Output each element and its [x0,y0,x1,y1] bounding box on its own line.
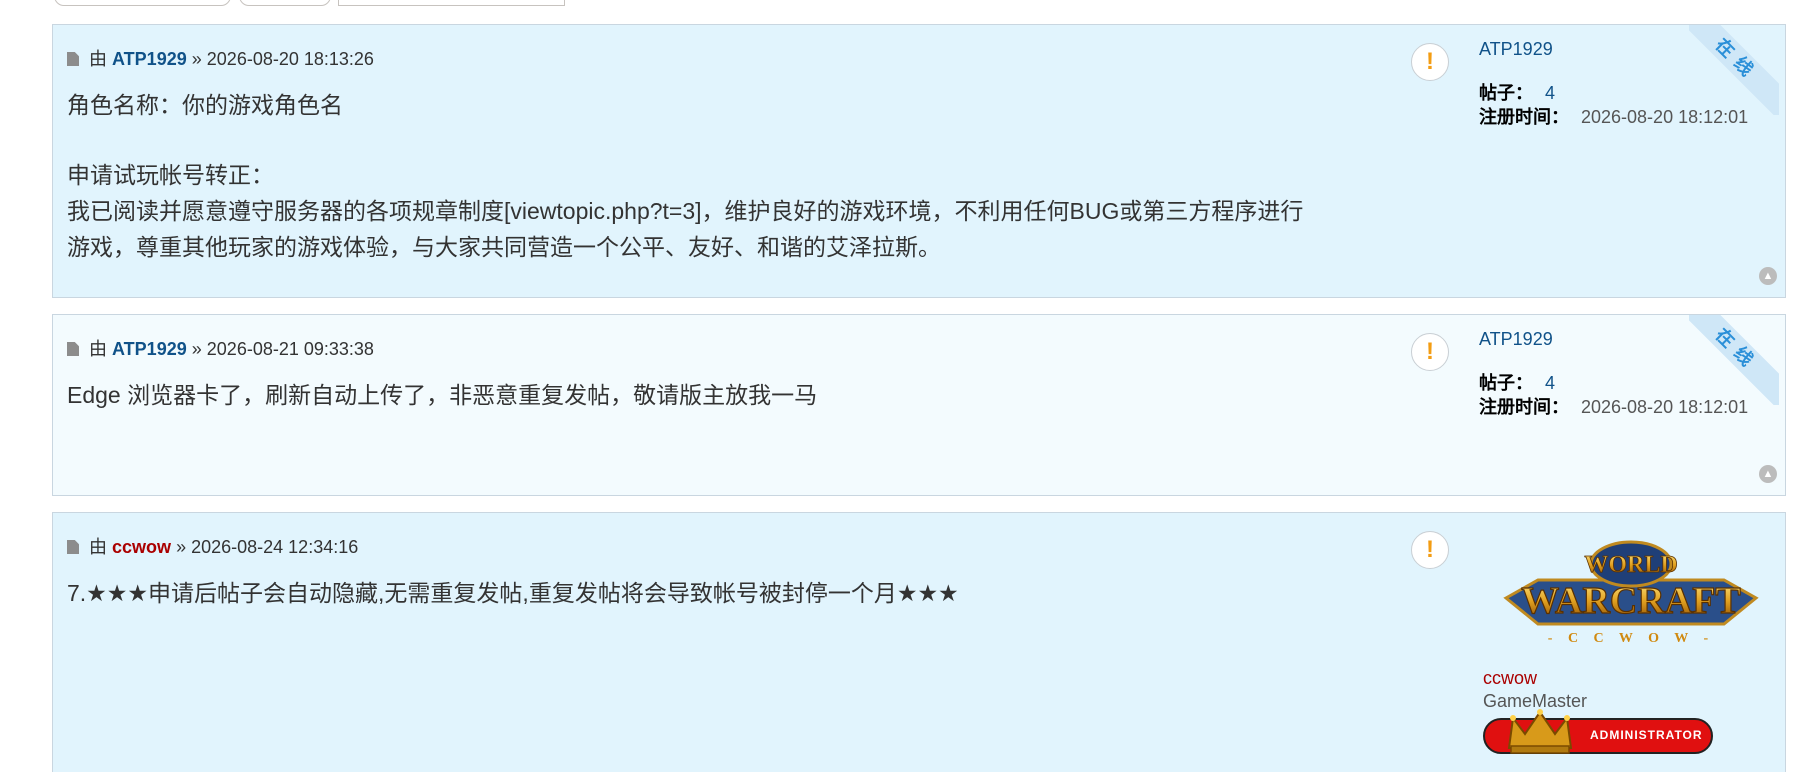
badge-label: ADMINISTRATOR [1590,728,1703,742]
file-icon[interactable] [67,52,79,66]
profile-posts: 帖子： 4 [1479,369,1555,395]
posts-count[interactable]: 4 [1545,83,1555,103]
exclamation-icon[interactable]: ! [1411,531,1449,569]
by-label: 由 [89,49,107,69]
post-author-line: 由 ATP1929 » 2026-08-20 18:13:26 [67,45,374,71]
online-label: 在线 [1689,25,1779,115]
chevron-up-icon[interactable]: ▲ [1759,465,1777,483]
content-line: 游戏，尊重其他玩家的游戏体验，与大家共同营造一个公平、友好、和谐的艾泽拉斯。 [67,234,941,260]
author-link[interactable]: ATP1929 [112,339,187,359]
post-author-line: 由 ccwow » 2026-08-24 12:34:16 [67,533,358,559]
posts-label: 帖子： [1479,373,1533,393]
logo-sub-text: - C C W O W - [1548,631,1714,646]
exclamation-icon[interactable]: ! [1411,43,1449,81]
content-line: 我已阅读并愿意遵守服务器的各项规章制度[viewtopic.php?t=3]，维… [67,198,1304,224]
chevron-up-icon[interactable]: ▲ [1759,267,1777,285]
separator: » [191,49,202,69]
post-profile: ATP1929 帖子： 4 注册时间： 2026-08-20 18:12:01 在线… [1479,25,1779,297]
content-line: 申请试玩帐号转正： [67,162,274,188]
file-icon[interactable] [67,540,79,554]
crown-icon [1507,709,1573,754]
file-icon[interactable] [67,342,79,356]
topic-tools-button[interactable] [239,0,331,6]
joined-label: 注册时间： [1479,107,1569,127]
topic-search-input[interactable] [338,0,565,6]
by-label: 由 [89,537,107,557]
avatar-logo[interactable]: WORLD WARCRAFT - C C W O W - [1498,536,1764,650]
post-author-line: 由 ATP1929 » 2026-08-21 09:33:38 [67,335,374,361]
exclamation-icon[interactable]: ! [1411,333,1449,371]
posts-count[interactable]: 4 [1545,373,1555,393]
settings-icon[interactable]: ▀ [620,0,638,4]
post: 由 ATP1929 » 2026-08-21 09:33:38 Edge 浏览器… [52,314,1786,496]
online-label: 在线 [1689,315,1779,405]
profile-posts: 帖子： 4 [1479,79,1555,105]
post-content: Edge 浏览器卡了，刷新自动上传了，非恶意重复发帖，敬请版主放我一马 [67,377,817,413]
logo-top-text: WORLD [1584,552,1677,578]
online-ribbon: 在线 [1689,315,1779,405]
logo-main-text: WARCRAFT [1521,580,1741,622]
content-line: 角色名称：你的游戏角色名 [67,92,343,118]
author-link[interactable]: ATP1929 [112,49,187,69]
author-link[interactable]: ccwow [112,537,171,557]
post-datetime: 2026-08-21 09:33:38 [206,339,374,359]
separator: » [176,537,187,557]
post: 由 ATP1929 » 2026-08-20 18:13:26 角色名称：你的游… [52,24,1786,298]
joined-label: 注册时间： [1479,397,1569,417]
post-reply-button[interactable] [54,0,231,6]
posts-label: 帖子： [1479,83,1533,103]
profile-username[interactable]: ccwow [1483,668,1537,689]
search-icon[interactable]: ▀ [580,0,598,4]
separator: » [191,339,202,359]
online-ribbon: 在线 [1689,25,1779,115]
profile-username[interactable]: ATP1929 [1479,39,1553,60]
topic-toolbar: ▀ ▀ [0,0,1815,10]
post-datetime: 2026-08-20 18:13:26 [206,49,374,69]
post-content: 7.★★★申请后帖子会自动隐藏,无需重复发帖,重复发帖将会导致帐号被封停一个月★… [67,575,959,611]
by-label: 由 [89,339,107,359]
content-line: Edge 浏览器卡了，刷新自动上传了，非恶意重复发帖，敬请版主放我一马 [67,382,818,408]
post-profile: ATP1929 帖子： 4 注册时间： 2026-08-20 18:12:01 在线… [1479,315,1779,495]
admin-rank-badge: ADMINISTRATOR [1483,709,1713,754]
content-line: 7.★★★申请后帖子会自动隐藏,无需重复发帖,重复发帖将会导致帐号被封停一个月★… [67,580,959,606]
profile-username[interactable]: ATP1929 [1479,329,1553,350]
post-content: 角色名称：你的游戏角色名 申请试玩帐号转正： 我已阅读并愿意遵守服务器的各项规章… [67,87,1303,265]
post-datetime: 2026-08-24 12:34:16 [191,537,359,557]
